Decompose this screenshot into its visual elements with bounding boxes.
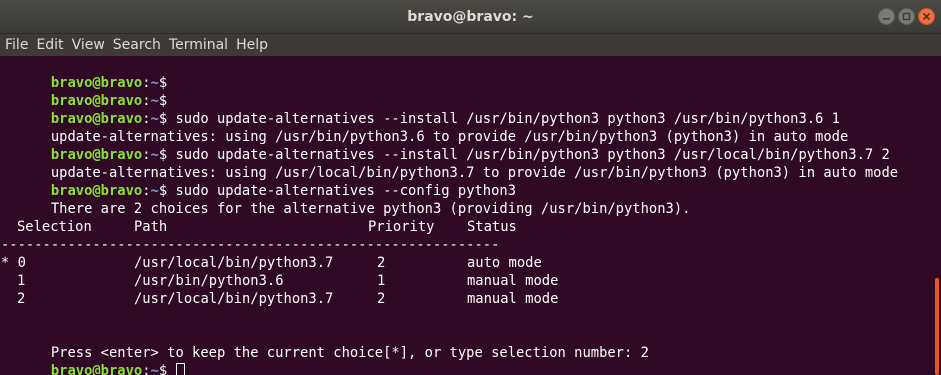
terminal-line: There are 2 choices for the alternative … xyxy=(1,182,691,217)
terminal-line: bravo@bravo:~$ xyxy=(1,344,186,375)
table-cell-status: auto mode xyxy=(467,255,542,271)
minimize-button[interactable] xyxy=(878,8,895,25)
menu-edit[interactable]: Edit xyxy=(32,34,67,56)
table-cell-selection: 2 xyxy=(17,291,26,307)
table-header-selection: Selection xyxy=(17,219,92,235)
terminal-line: bravo@bravo:~$ sudo update-alternatives … xyxy=(50,147,890,163)
prompt-user-host: bravo@bravo xyxy=(50,363,143,375)
table-header-priority: Priority xyxy=(368,219,435,235)
terminal-line: bravo@bravo:~$ xyxy=(50,75,168,91)
terminal-line: update-alternatives: using /usr/bin/pyth… xyxy=(1,110,848,145)
menu-view[interactable]: View xyxy=(68,34,109,56)
table-cell-status: manual mode xyxy=(467,291,559,307)
terminal-line: bravo@bravo:~$ sudo update-alternatives … xyxy=(50,183,517,199)
table-cell-priority: 2 xyxy=(377,255,386,271)
maximize-button[interactable] xyxy=(898,8,915,25)
terminal-window: bravo@bravo: ~ File Edit View Search Ter… xyxy=(0,0,941,375)
menu-help[interactable]: Help xyxy=(232,34,272,56)
scrollbar[interactable] xyxy=(932,56,941,375)
window-title: bravo@bravo: ~ xyxy=(407,9,534,25)
menu-file[interactable]: File xyxy=(0,34,32,56)
table-cell-priority: 2 xyxy=(377,291,386,307)
output-text: There are 2 choices for the alternative … xyxy=(50,201,691,217)
minimize-icon xyxy=(883,18,890,20)
title-bar[interactable]: bravo@bravo: ~ xyxy=(0,0,941,34)
terminal-line: bravo@bravo:~$ sudo update-alternatives … xyxy=(50,111,840,127)
table-cell-path: /usr/bin/python3.6 xyxy=(134,273,284,289)
terminal-output[interactable]: bravo@bravo:~$ bravo@bravo:~$ bravo@brav… xyxy=(0,56,932,375)
menu-terminal[interactable]: Terminal xyxy=(165,34,232,56)
table-cell-selection: 1 xyxy=(17,273,26,289)
terminal-line: Press <enter> to keep the current choice… xyxy=(1,326,649,361)
table-cell-status: manual mode xyxy=(467,273,559,289)
text-cursor xyxy=(176,363,186,375)
prompt-path: ~ xyxy=(150,363,159,375)
table-header-path: Path xyxy=(134,219,168,235)
close-button[interactable] xyxy=(918,8,935,25)
menu-bar: File Edit View Search Terminal Help xyxy=(0,34,941,56)
menu-search[interactable]: Search xyxy=(109,34,165,56)
table-header-status: Status xyxy=(467,219,517,235)
table-cell-priority: 1 xyxy=(377,273,386,289)
maximize-icon xyxy=(902,12,911,21)
close-icon xyxy=(922,12,931,21)
terminal-line: update-alternatives: using /usr/local/bi… xyxy=(1,146,898,181)
table-cell-path: /usr/local/bin/python3.7 xyxy=(134,291,334,307)
table-cell-path: /usr/local/bin/python3.7 xyxy=(134,255,334,271)
scrollbar-thumb[interactable] xyxy=(935,278,939,375)
terminal-line: bravo@bravo:~$ xyxy=(50,93,168,109)
table-cell-selection: * 0 xyxy=(1,255,26,271)
table-separator: ----------------------------------------… xyxy=(1,237,500,253)
